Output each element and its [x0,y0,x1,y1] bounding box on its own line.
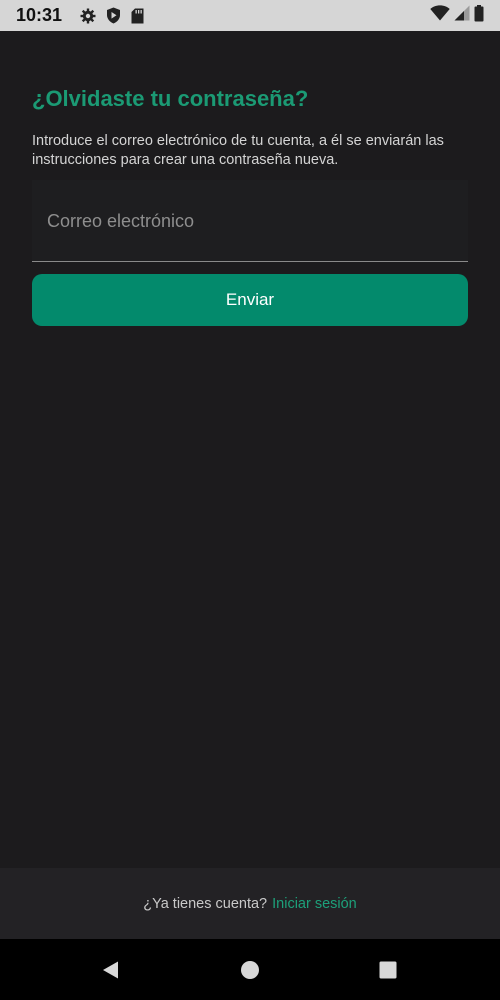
status-right-icons [430,4,484,27]
forgot-password-form: ¿Olvidaste tu contraseña? Introduce el c… [32,84,468,326]
sd-card-icon [131,8,144,24]
instructions-text: Introduce el correo electrónico de tu cu… [32,133,444,168]
login-link[interactable]: Iniciar sesión [272,896,357,912]
recents-icon[interactable] [377,959,399,981]
shield-play-icon [106,7,121,24]
page-title: ¿Olvidaste tu contraseña? [32,86,309,111]
status-bar: 10:31 [0,0,500,31]
send-button[interactable]: Enviar [32,274,468,326]
gear-icon [80,8,96,24]
footer-prompt: ¿Ya tienes cuenta? [143,895,268,912]
signal-icon [454,5,470,26]
status-time: 10:31 [16,5,63,25]
back-icon[interactable] [100,959,122,981]
battery-icon [474,4,484,27]
wifi-icon [430,5,450,26]
footer-bar: ¿Ya tienes cuenta? Iniciar sesión [0,868,500,939]
home-icon[interactable] [239,959,261,981]
email-input[interactable] [47,207,447,235]
email-field[interactable] [32,180,468,262]
navigation-bar [0,939,500,1000]
